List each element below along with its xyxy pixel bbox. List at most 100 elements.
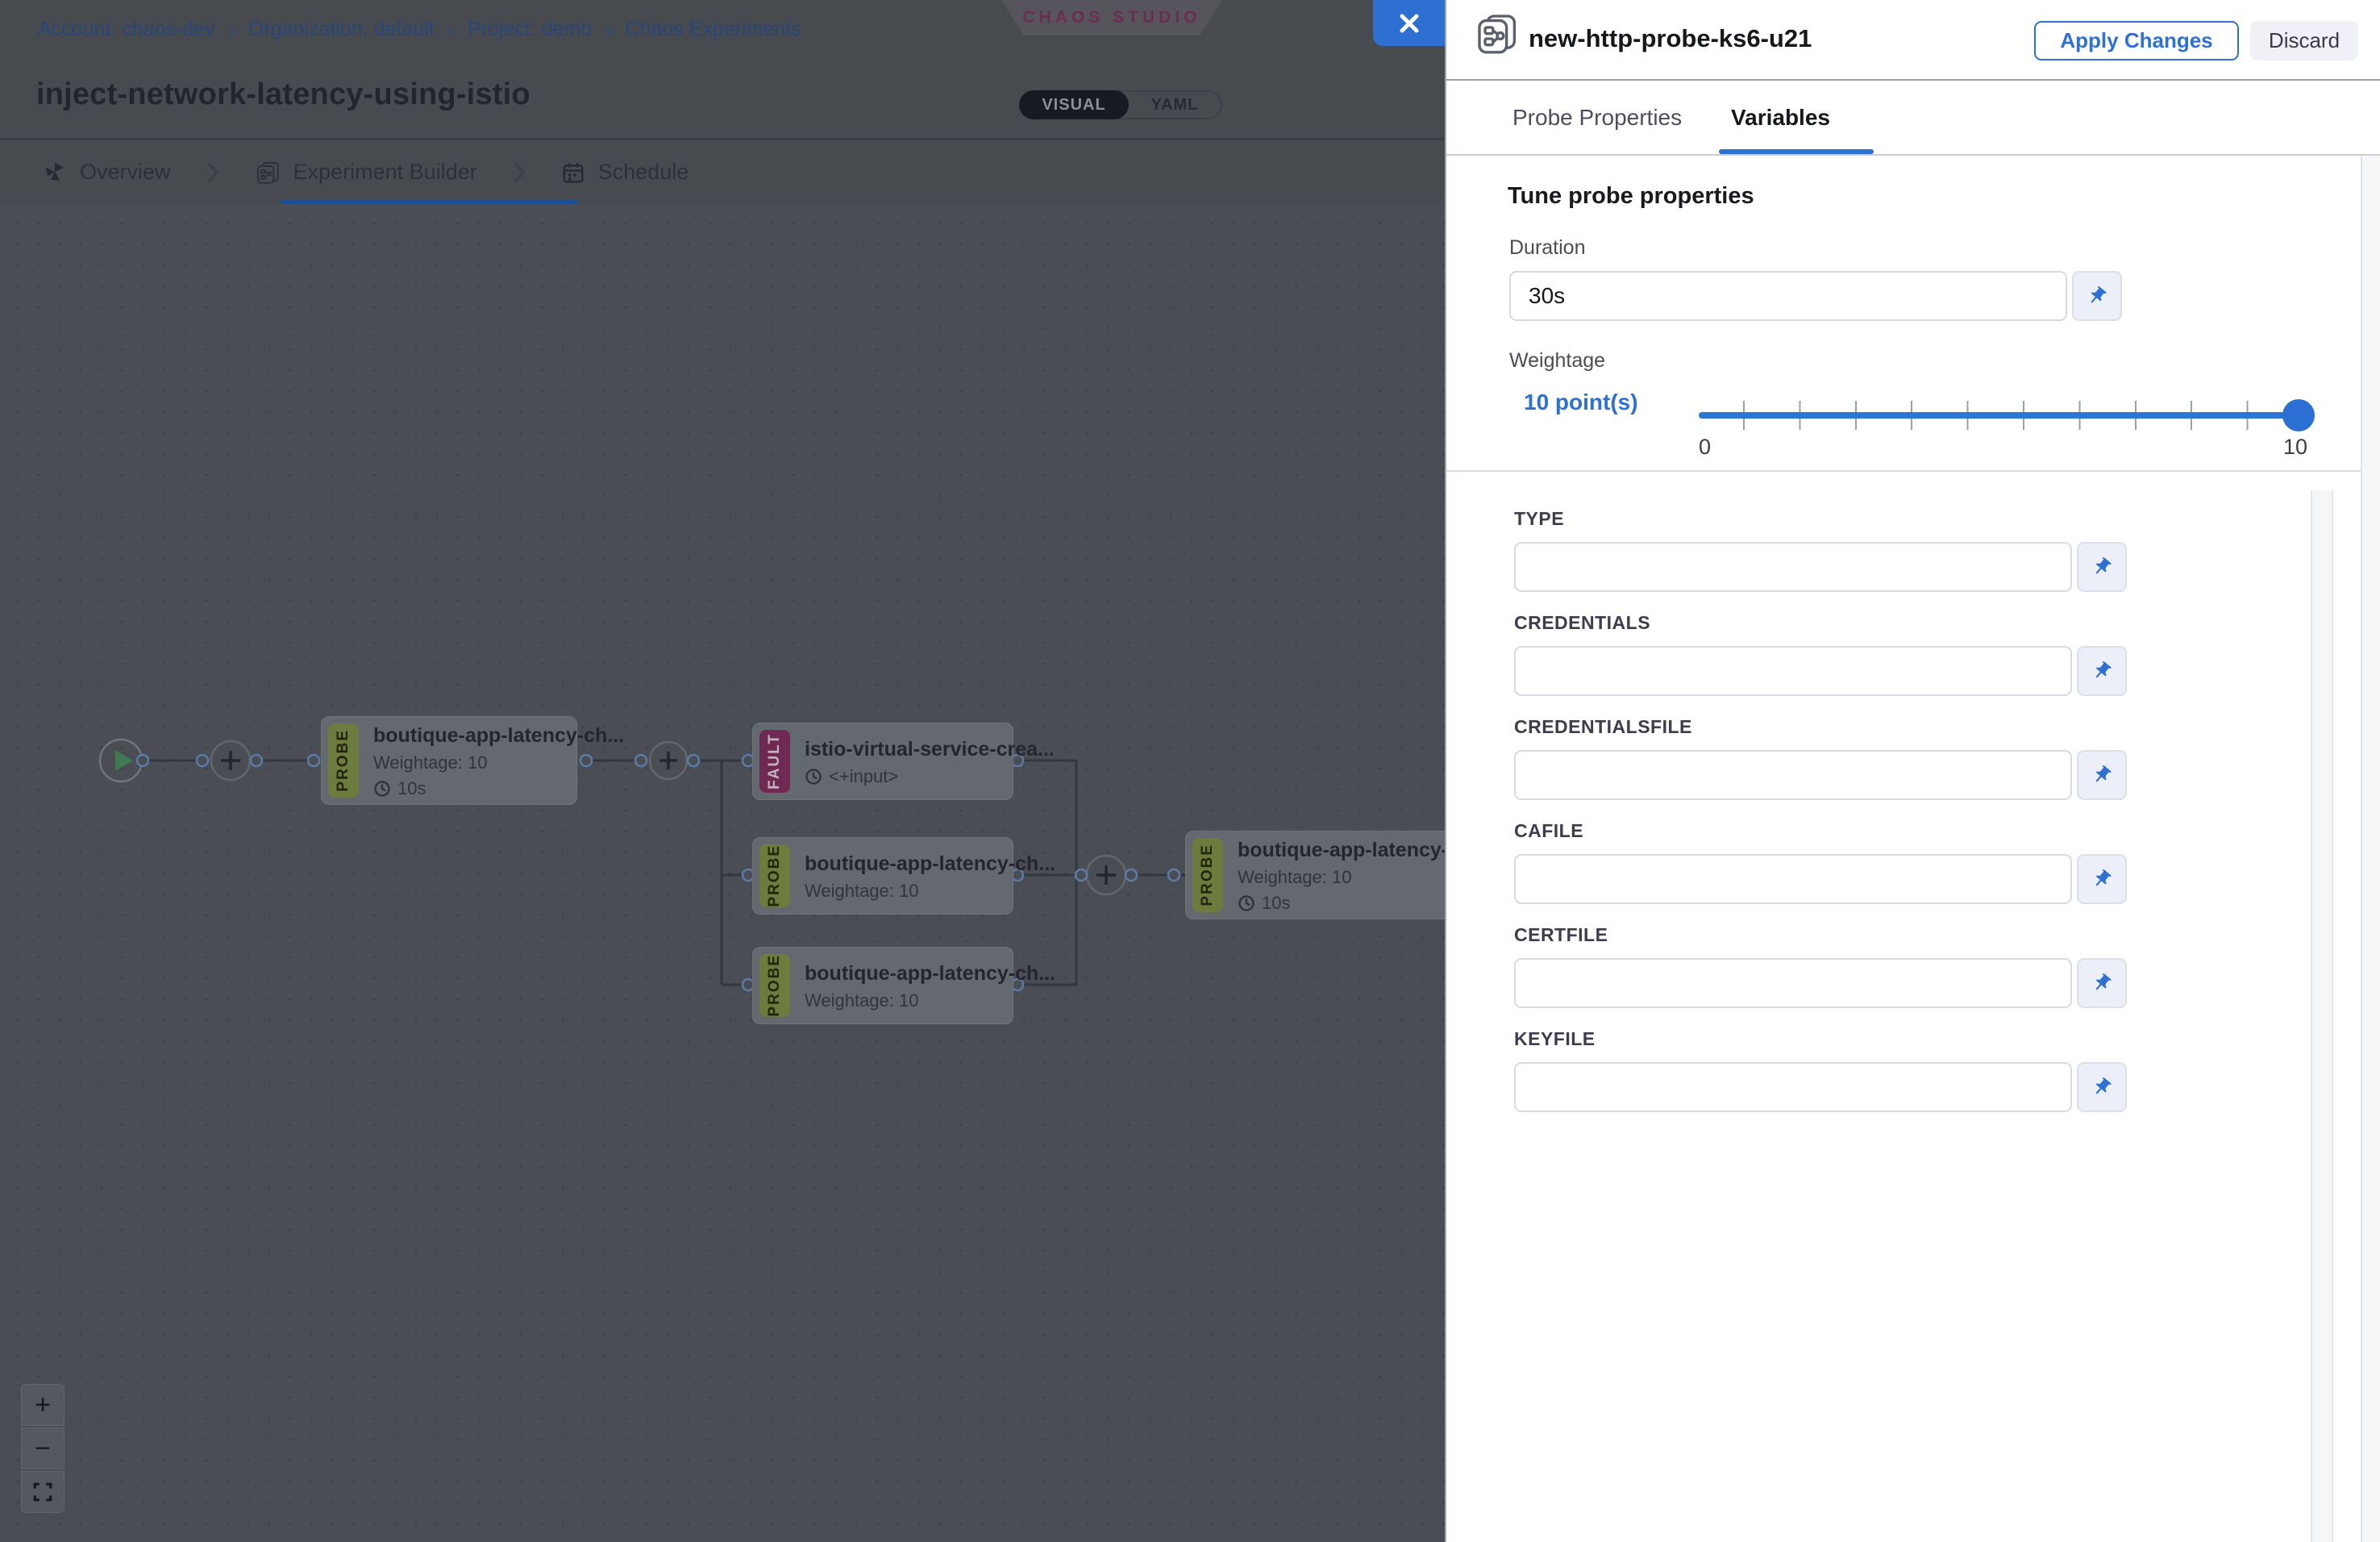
pin-runtime-input-button[interactable] xyxy=(2077,958,2127,1008)
pin-runtime-input-button[interactable] xyxy=(2077,750,2127,800)
chaos-studio-label: CHAOS STUDIO xyxy=(1022,8,1200,27)
weightage-value: 10 point(s) xyxy=(1524,390,1638,415)
experiment-tabbar: Overview Experiment Builder xyxy=(0,140,1445,204)
zoom-in-button[interactable]: + xyxy=(21,1384,64,1426)
variable-label: TYPE xyxy=(1514,508,2143,530)
drawer-body: Tune probe properties Duration Weightage… xyxy=(1446,156,2380,1542)
duration-input[interactable] xyxy=(1509,271,2067,321)
weightage-slider[interactable] xyxy=(1699,380,2320,452)
breadcrumb-chaos-experiments[interactable]: Chaos Experiments xyxy=(626,18,801,41)
probe-name-title: new-http-probe-ks6-u21 xyxy=(1529,24,1812,53)
node-title: boutique-app-latency-ch... xyxy=(1238,839,1444,862)
pin-icon xyxy=(2091,1077,2112,1098)
breadcrumb-separator-icon: › xyxy=(605,19,612,40)
breadcrumb: Account: chaos-dev › Organization: defau… xyxy=(38,18,801,41)
yaml-toggle-option[interactable]: YAML xyxy=(1129,92,1221,118)
minus-icon: − xyxy=(35,1433,51,1465)
variable-label: CREDENTIALS xyxy=(1514,612,2143,634)
tab-overview-label: Overview xyxy=(80,160,171,185)
variable-label: CAFILE xyxy=(1514,820,2143,842)
clock-icon xyxy=(805,768,822,786)
weightage-label: Weightage xyxy=(1509,349,1605,373)
node-title: istio-virtual-service-crea... xyxy=(805,738,1006,761)
apply-changes-button[interactable]: Apply Changes xyxy=(2034,21,2239,60)
probe-drawer: new-http-probe-ks6-u21 Apply Changes Dis… xyxy=(1445,0,2380,1542)
page-header: Account: chaos-dev › Organization: defau… xyxy=(0,0,1445,140)
node-weightage: Weightage: 10 xyxy=(373,752,570,773)
probe-badge: PROBE xyxy=(328,723,359,798)
tab-experiment-builder[interactable]: Experiment Builder xyxy=(255,160,477,185)
zoom-out-button[interactable]: − xyxy=(21,1427,64,1469)
breadcrumb-separator-icon: › xyxy=(228,19,235,40)
node-title: boutique-app-latency-ch... xyxy=(805,962,1006,986)
tab-probe-properties[interactable]: Probe Properties xyxy=(1512,105,1682,131)
breadcrumb-organization[interactable]: Organization: default xyxy=(248,18,435,41)
fullscreen-icon xyxy=(32,1482,53,1502)
clock-icon xyxy=(1238,894,1255,912)
experiment-canvas[interactable]: PROBE boutique-app-latency-ch... Weighta… xyxy=(0,204,1445,1542)
tab-schedule-label: Schedule xyxy=(598,160,689,185)
variable-label: CERTFILE xyxy=(1514,924,2143,946)
pin-icon xyxy=(2091,556,2112,577)
pinwheel-icon xyxy=(43,160,67,185)
probe-node[interactable]: PROBE boutique-app-latency-ch... Weighta… xyxy=(752,837,1013,915)
probe-icon xyxy=(1474,10,1519,56)
breadcrumb-project[interactable]: Project: demo xyxy=(468,18,592,41)
variable-input[interactable] xyxy=(1514,1062,2072,1112)
pin-runtime-input-button[interactable] xyxy=(2077,542,2127,592)
pin-runtime-input-button[interactable] xyxy=(2077,854,2127,904)
pin-runtime-input-button[interactable] xyxy=(2077,1062,2127,1112)
fault-node[interactable]: FAULT istio-virtual-service-crea... <+in… xyxy=(752,723,1013,800)
slider-handle[interactable] xyxy=(2282,399,2315,431)
add-node-button[interactable] xyxy=(211,741,250,780)
tab-experiment-builder-label: Experiment Builder xyxy=(293,160,477,185)
canvas-zoom-controls: + − xyxy=(21,1384,64,1513)
fullscreen-button[interactable] xyxy=(21,1471,64,1513)
variable-row: KEYFILE xyxy=(1514,1028,2143,1112)
variable-input[interactable] xyxy=(1514,854,2072,904)
probe-badge: PROBE xyxy=(759,844,790,907)
run-experiment-button[interactable] xyxy=(100,740,142,781)
probe-node[interactable]: PROBE boutique-app-latency-ch... Weighta… xyxy=(1185,831,1445,919)
variable-input[interactable] xyxy=(1514,646,2072,696)
clock-icon xyxy=(373,780,391,798)
probe-node[interactable]: PROBE boutique-app-latency-ch... Weighta… xyxy=(752,947,1013,1024)
chaos-studio-screen: PROBE boutique-app-latency-ch... Weighta… xyxy=(0,0,2380,1542)
add-node-button[interactable] xyxy=(650,742,687,779)
tab-variables[interactable]: Variables xyxy=(1731,105,1830,131)
close-drawer-button[interactable] xyxy=(1373,0,1445,46)
plus-icon: + xyxy=(35,1390,51,1421)
page-title: inject-network-latency-using-istio xyxy=(36,77,531,112)
variable-input[interactable] xyxy=(1514,542,2072,592)
pin-icon xyxy=(2091,765,2112,786)
chevron-right-icon xyxy=(513,161,526,184)
tab-overview[interactable]: Overview xyxy=(43,160,171,185)
slider-track[interactable] xyxy=(1699,412,2315,419)
variable-row: CREDENTIALS xyxy=(1514,612,2143,696)
variable-input[interactable] xyxy=(1514,750,2072,800)
node-duration: 10s xyxy=(1262,893,1290,914)
visual-toggle-option[interactable]: VISUAL xyxy=(1019,90,1129,119)
variable-row: CAFILE xyxy=(1514,820,2143,904)
variable-row: CREDENTIALSFILE xyxy=(1514,716,2143,800)
add-node-button[interactable] xyxy=(1087,856,1126,894)
discard-button[interactable]: Discard xyxy=(2250,21,2358,60)
builder-icon xyxy=(255,160,281,185)
variable-input[interactable] xyxy=(1514,958,2072,1008)
pin-runtime-input-button[interactable] xyxy=(2072,271,2122,321)
drawer-scrollbar[interactable] xyxy=(2361,156,2380,1542)
pin-icon xyxy=(2091,869,2112,890)
pin-icon xyxy=(2091,661,2112,681)
chevron-right-icon xyxy=(206,161,219,184)
tab-schedule[interactable]: Schedule xyxy=(561,160,689,185)
variables-scrollbar[interactable] xyxy=(2311,490,2333,1542)
section-divider xyxy=(1446,470,2380,472)
duration-field-group xyxy=(1509,271,2122,321)
pin-runtime-input-button[interactable] xyxy=(2077,646,2127,696)
breadcrumb-account[interactable]: Account: chaos-dev xyxy=(38,18,215,41)
pin-icon xyxy=(2087,285,2107,306)
node-title: boutique-app-latency-ch... xyxy=(373,724,570,748)
drawer-tabbar: Probe Properties Variables xyxy=(1446,81,2380,156)
probe-node[interactable]: PROBE boutique-app-latency-ch... Weighta… xyxy=(321,716,577,805)
experiment-builder-pane: PROBE boutique-app-latency-ch... Weighta… xyxy=(0,0,1445,1542)
